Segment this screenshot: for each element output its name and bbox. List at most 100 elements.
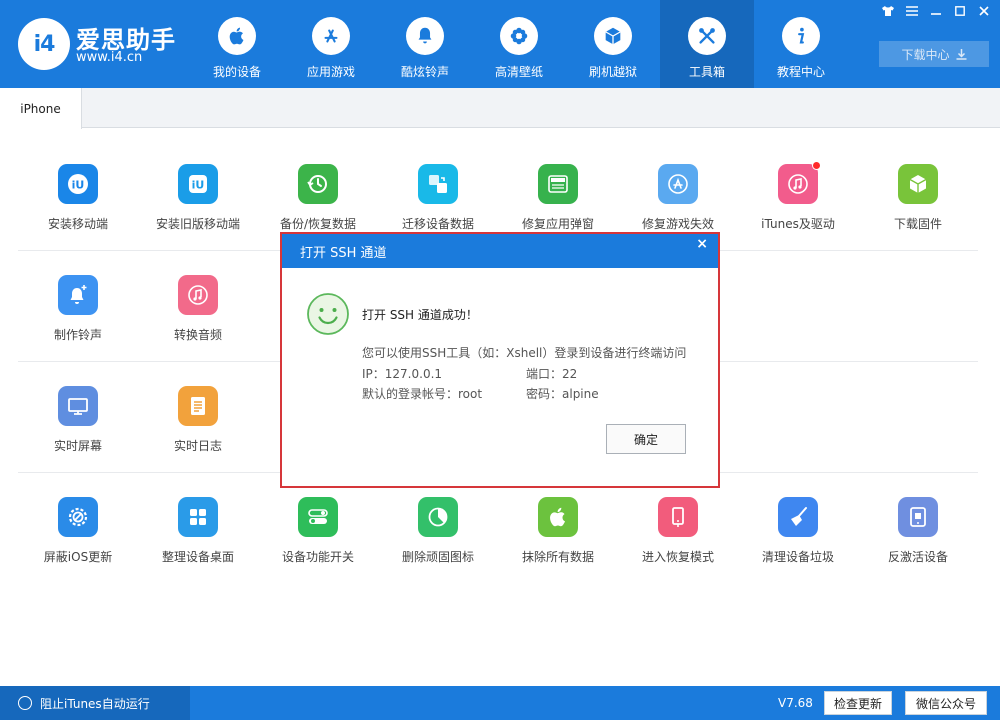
dialog-title-bar: 打开 SSH 通道 ×: [282, 234, 718, 268]
tool-itunes-driver[interactable]: iTunes及驱动: [738, 161, 858, 232]
device-tab-bar: iPhone: [0, 88, 1000, 129]
tool-label: 修复应用弹窗: [521, 217, 594, 231]
nav-tutorials[interactable]: 教程中心: [754, 0, 848, 88]
app-store-fix-icon: [658, 164, 698, 204]
nav-toolbox[interactable]: 工具箱: [660, 0, 754, 88]
info-icon: [782, 17, 820, 55]
tool-install-old-mobile[interactable]: iU 安装旧版移动端: [138, 164, 258, 232]
apple-erase-icon: [538, 497, 578, 537]
radio-circle-icon: [18, 696, 32, 710]
itunes-icon: [778, 161, 821, 204]
ok-button[interactable]: 确定: [606, 424, 686, 454]
nav-apps-games[interactable]: 应用游戏: [284, 0, 378, 88]
tool-label: 制作铃声: [53, 328, 102, 342]
tool-make-ringtone[interactable]: 制作铃声: [18, 275, 138, 343]
tool-label: 整理设备桌面: [161, 550, 234, 564]
ssh-dialog: 打开 SSH 通道 × 打开 SSH 通道成功！ 您可以使用SSH工具（如：Xs…: [280, 232, 720, 488]
dialog-close-button[interactable]: ×: [696, 236, 708, 252]
port-number: 端口：22: [526, 367, 578, 381]
block-itunes-toggle[interactable]: 阻止iTunes自动运行: [0, 686, 190, 720]
tool-delete-stubborn-icons[interactable]: 删除顽固图标: [378, 497, 498, 565]
tool-block-ios-update[interactable]: 屏蔽iOS更新: [18, 497, 138, 565]
maximize-icon[interactable]: [950, 3, 970, 19]
check-update-button[interactable]: 检查更新: [824, 691, 892, 715]
i4-app-icon: iU: [58, 164, 98, 204]
wechat-button[interactable]: 微信公众号: [905, 691, 987, 715]
download-center-button[interactable]: 下载中心: [879, 41, 989, 67]
tool-fix-game[interactable]: 修复游戏失效: [618, 164, 738, 232]
logo-mark: i4: [33, 31, 56, 57]
window-controls: [878, 3, 994, 19]
tool-clean-junk[interactable]: 清理设备垃圾: [738, 497, 858, 565]
svg-text:iU: iU: [72, 179, 85, 192]
tool-label: 修复游戏失效: [641, 217, 714, 231]
tool-label: 实时屏幕: [53, 439, 102, 453]
tool-erase-all-data[interactable]: 抹除所有数据: [498, 497, 618, 565]
minimize-icon[interactable]: [926, 3, 946, 19]
grid-squares-icon: [178, 497, 218, 537]
default-password: 密码：alpine: [526, 387, 599, 401]
music-note-icon: [178, 275, 218, 315]
status-bar: 阻止iTunes自动运行 V7.68 检查更新 微信公众号: [0, 686, 1000, 720]
monitor-icon: [58, 386, 98, 426]
tool-label: 屏蔽iOS更新: [43, 550, 113, 564]
box-icon: [594, 17, 632, 55]
i4-logo[interactable]: i4: [18, 18, 70, 70]
tool-convert-audio[interactable]: 转换音频: [138, 275, 258, 343]
nav-label: 高清壁纸: [494, 65, 543, 79]
nav-label: 刷机越狱: [588, 65, 637, 79]
nav-label: 应用游戏: [306, 65, 355, 79]
firmware-box-icon: [898, 164, 938, 204]
nav-ringtones[interactable]: 酷炫铃声: [378, 0, 472, 88]
tool-deactivate-device[interactable]: 反激活设备: [858, 497, 978, 565]
nav-wallpapers[interactable]: 高清壁纸: [472, 0, 566, 88]
apple-id-icon: [538, 164, 578, 204]
smiley-icon: [307, 293, 349, 335]
version-label: V7.68: [778, 696, 813, 710]
tool-label: 抹除所有数据: [521, 550, 594, 564]
success-message: 打开 SSH 通道成功！: [362, 308, 478, 322]
tool-realtime-log[interactable]: 实时日志: [138, 386, 258, 454]
tool-backup-restore[interactable]: 备份/恢复数据: [258, 164, 378, 232]
phone-recovery-icon: [658, 497, 698, 537]
tool-fix-app-popup[interactable]: 修复应用弹窗: [498, 164, 618, 232]
ssh-description: 您可以使用SSH工具（如：Xshell）登录到设备进行终端访问: [362, 346, 687, 360]
download-icon: [956, 48, 966, 60]
toggle-switch-icon: [298, 497, 338, 537]
tool-row: 屏蔽iOS更新 整理设备桌面 设备功能开关 删除顽固图标 抹除所有数据 进入恢复…: [18, 473, 978, 584]
tool-label: 反激活设备: [887, 550, 948, 564]
tool-migrate-data[interactable]: 迁移设备数据: [378, 164, 498, 232]
migrate-icon: [418, 164, 458, 204]
nav-flash-jailbreak[interactable]: 刷机越狱: [566, 0, 660, 88]
notification-dot: [812, 161, 821, 170]
nav-label: 教程中心: [776, 65, 825, 79]
svg-text:iU: iU: [192, 179, 205, 192]
nav-my-device[interactable]: 我的设备: [190, 0, 284, 88]
tool-realtime-screen[interactable]: 实时屏幕: [18, 386, 138, 454]
pie-chart-icon: [418, 497, 458, 537]
broom-icon: [778, 497, 818, 537]
tool-label: iTunes及驱动: [761, 217, 835, 231]
gear-block-icon: [58, 497, 98, 537]
shirt-icon[interactable]: [878, 3, 898, 19]
tool-feature-toggles[interactable]: 设备功能开关: [258, 497, 378, 565]
i4-old-app-icon: iU: [178, 164, 218, 204]
menu-icon[interactable]: [902, 3, 922, 19]
tool-label: 实时日志: [173, 439, 222, 453]
tool-label: 进入恢复模式: [641, 550, 714, 564]
tool-label: 设备功能开关: [281, 550, 354, 564]
header-bar: i4 爱思助手 www.i4.cn 我的设备 应用游戏 酷炫铃声 高清壁纸 刷机…: [0, 0, 1000, 88]
default-account: 默认的登录帐号：root: [362, 387, 483, 401]
tool-label: 备份/恢复数据: [279, 217, 357, 231]
tablet-icon: [898, 497, 938, 537]
tool-label: 转换音频: [173, 328, 222, 342]
tool-install-mobile[interactable]: iU 安装移动端: [18, 164, 138, 232]
tool-organize-desktop[interactable]: 整理设备桌面: [138, 497, 258, 565]
tab-iphone[interactable]: iPhone: [0, 88, 82, 129]
close-icon[interactable]: [974, 3, 994, 19]
ip-address: IP：127.0.0.1: [362, 367, 443, 381]
tool-download-firmware[interactable]: 下载固件: [858, 164, 978, 232]
tool-recovery-mode[interactable]: 进入恢复模式: [618, 497, 738, 565]
main-nav: 我的设备 应用游戏 酷炫铃声 高清壁纸 刷机越狱 工具箱 教程中心: [190, 0, 848, 88]
tool-label: 安装移动端: [47, 217, 108, 231]
